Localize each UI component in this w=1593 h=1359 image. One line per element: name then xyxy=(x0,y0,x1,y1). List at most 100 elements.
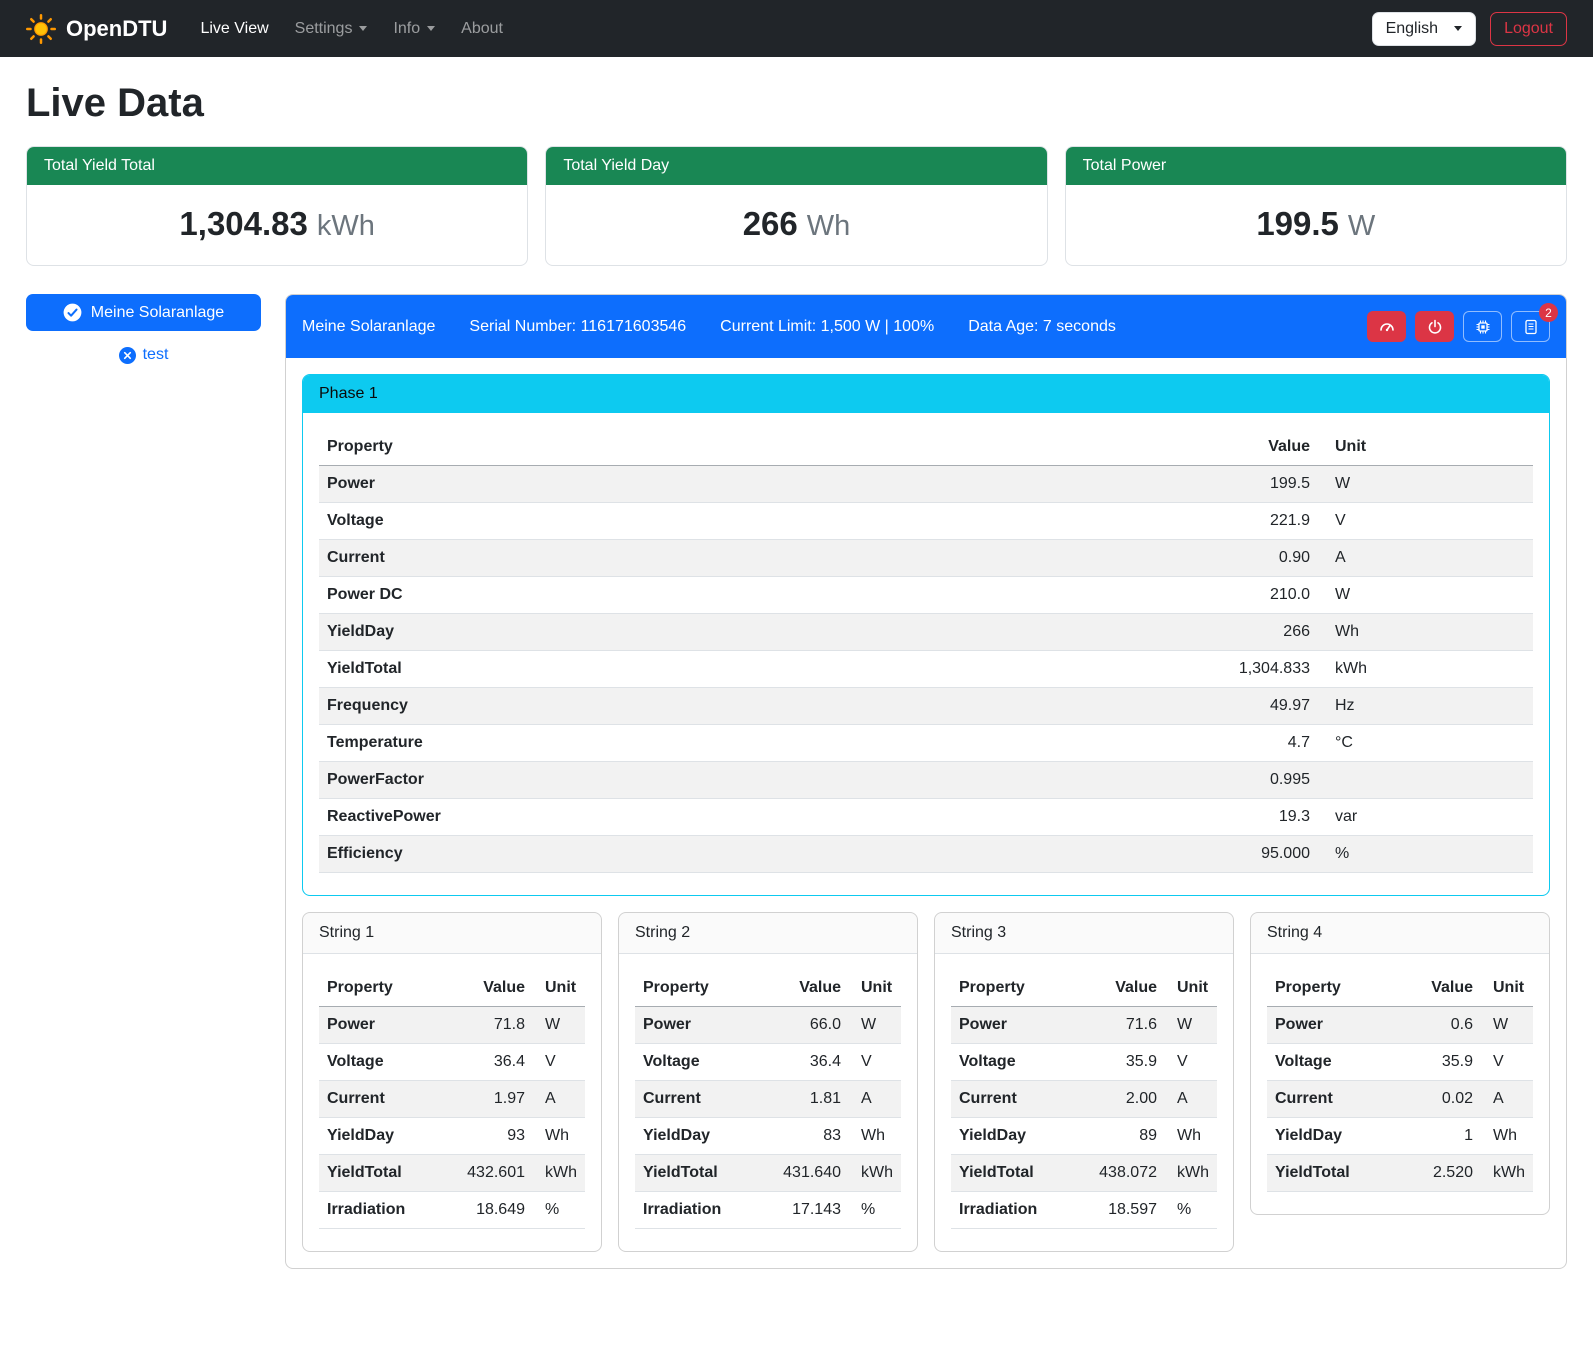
inverter-panel-body: Phase 1 PropertyValueUnit Power199.5WVol… xyxy=(286,358,1566,1268)
string-3-table: PropertyValueUnit Power71.6WVoltage35.9V… xyxy=(951,970,1217,1229)
card-unit: Wh xyxy=(807,210,851,242)
nav-live-view-label: Live View xyxy=(200,20,268,38)
device-info-button[interactable] xyxy=(1463,311,1502,342)
value-cell: 36.4 xyxy=(771,1044,849,1081)
unit-cell: W xyxy=(1165,1007,1217,1044)
table-row: Voltage35.9V xyxy=(1267,1044,1533,1081)
table-row: YieldTotal432.601kWh xyxy=(319,1155,585,1192)
value-cell: 221.9 xyxy=(917,503,1318,540)
property-cell: Power DC xyxy=(319,577,917,614)
property-cell: YieldDay xyxy=(951,1118,1087,1155)
value-cell: 93 xyxy=(455,1118,533,1155)
string-4-title: String 4 xyxy=(1251,913,1549,954)
column-header: Unit xyxy=(1318,429,1533,466)
unit-cell xyxy=(1318,762,1533,799)
unit-cell: A xyxy=(533,1081,585,1118)
nav-settings[interactable]: Settings xyxy=(282,12,381,46)
property-cell: Current xyxy=(319,540,917,577)
string-3-body: PropertyValueUnit Power71.6WVoltage35.9V… xyxy=(935,954,1233,1251)
app-root: OpenDTU Live View Settings Info About En… xyxy=(0,0,1593,1359)
column-header: Property xyxy=(635,970,771,1007)
card-value: 266 xyxy=(743,205,798,242)
property-cell: Power xyxy=(319,1007,455,1044)
caret-down-icon xyxy=(427,26,435,31)
property-cell: Current xyxy=(635,1081,771,1118)
nav-info[interactable]: Info xyxy=(380,12,448,46)
column-header: Property xyxy=(951,970,1087,1007)
value-cell: 35.9 xyxy=(1403,1044,1481,1081)
nav-live-view[interactable]: Live View xyxy=(187,12,281,46)
language-select[interactable]: English xyxy=(1372,12,1476,46)
property-cell: Voltage xyxy=(319,1044,455,1081)
property-cell: YieldTotal xyxy=(319,1155,455,1192)
column-header: Property xyxy=(1267,970,1403,1007)
table-row: Current0.90A xyxy=(319,540,1533,577)
property-cell: YieldTotal xyxy=(319,651,917,688)
table-row: YieldDay83Wh xyxy=(635,1118,901,1155)
card-title: Total Yield Day xyxy=(546,147,1046,185)
property-cell: Voltage xyxy=(635,1044,771,1081)
table-row: Power71.6W xyxy=(951,1007,1217,1044)
card-unit: W xyxy=(1348,210,1375,242)
table-row: Current0.02A xyxy=(1267,1081,1533,1118)
value-cell: 0.02 xyxy=(1403,1081,1481,1118)
column-header: Unit xyxy=(849,970,901,1007)
power-control-button[interactable] xyxy=(1415,311,1454,342)
brand[interactable]: OpenDTU xyxy=(26,14,167,44)
value-cell: 1 xyxy=(1403,1118,1481,1155)
table-row: Voltage36.4V xyxy=(319,1044,585,1081)
property-cell: Voltage xyxy=(1267,1044,1403,1081)
string-2-body: PropertyValueUnit Power66.0WVoltage36.4V… xyxy=(619,954,917,1251)
table-row: Power66.0W xyxy=(635,1007,901,1044)
card-unit: kWh xyxy=(317,210,375,242)
table-row: Irradiation18.649% xyxy=(319,1192,585,1229)
value-cell: 49.97 xyxy=(917,688,1318,725)
unit-cell: Wh xyxy=(849,1118,901,1155)
unit-cell: V xyxy=(1318,503,1533,540)
value-cell: 17.143 xyxy=(771,1192,849,1229)
table-row: Irradiation18.597% xyxy=(951,1192,1217,1229)
inverter-name: Meine Solaranlage xyxy=(302,318,435,336)
string-1-title: String 1 xyxy=(303,913,601,954)
strings-row: String 1 PropertyValueUnit Power71.8WVol… xyxy=(302,912,1550,1252)
card-body: 199.5W xyxy=(1066,185,1566,265)
value-cell: 95.000 xyxy=(917,836,1318,873)
table-row: PowerFactor0.995 xyxy=(319,762,1533,799)
property-cell: Power xyxy=(1267,1007,1403,1044)
card-title: Total Yield Total xyxy=(27,147,527,185)
table-row: YieldDay1Wh xyxy=(1267,1118,1533,1155)
table-row: YieldTotal438.072kWh xyxy=(951,1155,1217,1192)
x-circle-icon xyxy=(119,347,136,364)
table-row: Irradiation17.143% xyxy=(635,1192,901,1229)
string-3-card: String 3 PropertyValueUnit Power71.6WVol… xyxy=(934,912,1234,1252)
nav-about[interactable]: About xyxy=(448,12,516,46)
property-cell: Voltage xyxy=(319,503,917,540)
unit-cell: W xyxy=(533,1007,585,1044)
property-cell: YieldTotal xyxy=(951,1155,1087,1192)
event-count-badge: 2 xyxy=(1539,303,1558,322)
unit-cell: kWh xyxy=(1318,651,1533,688)
value-cell: 0.90 xyxy=(917,540,1318,577)
inverter-select-label: Meine Solaranlage xyxy=(91,304,224,322)
property-cell: Power xyxy=(951,1007,1087,1044)
brand-label: OpenDTU xyxy=(66,16,167,42)
table-row: Power DC210.0W xyxy=(319,577,1533,614)
unit-cell: kWh xyxy=(1481,1155,1533,1192)
table-header-row: PropertyValueUnit xyxy=(319,429,1533,466)
table-row: YieldTotal1,304.833kWh xyxy=(319,651,1533,688)
table-header-row: PropertyValueUnit xyxy=(1267,970,1533,1007)
event-log-button[interactable]: 2 xyxy=(1511,311,1550,342)
logout-button[interactable]: Logout xyxy=(1490,12,1567,46)
property-cell: YieldDay xyxy=(319,614,917,651)
card-value: 1,304.83 xyxy=(179,205,307,242)
table-row: Frequency49.97Hz xyxy=(319,688,1533,725)
inverter-select-button[interactable]: Meine Solaranlage xyxy=(26,294,261,331)
value-cell: 0.6 xyxy=(1403,1007,1481,1044)
value-cell: 89 xyxy=(1087,1118,1165,1155)
inverter-data-age: Data Age: 7 seconds xyxy=(968,318,1116,336)
column-header: Property xyxy=(319,429,917,466)
sidebar-item-test[interactable]: test xyxy=(26,346,261,364)
limit-settings-button[interactable] xyxy=(1367,311,1406,342)
string-4-body: PropertyValueUnit Power0.6WVoltage35.9VC… xyxy=(1251,954,1549,1214)
property-cell: Current xyxy=(1267,1081,1403,1118)
